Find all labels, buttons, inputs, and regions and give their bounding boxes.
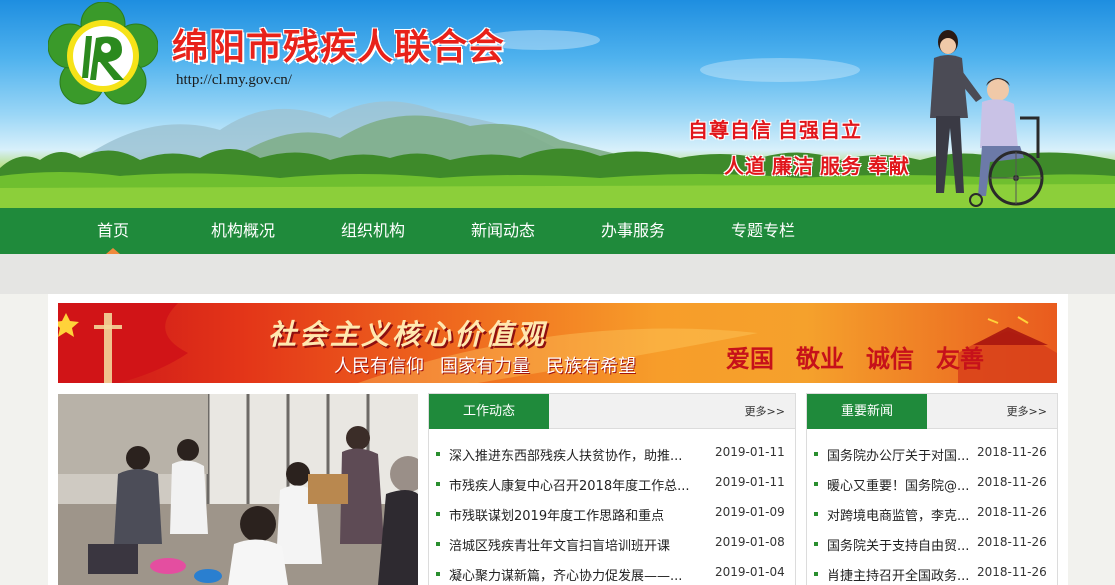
news-date: 2018-11-26: [977, 475, 1047, 489]
news-title[interactable]: 肖捷主持召开全国政务...: [827, 565, 977, 584]
list-item[interactable]: 市残联谋划2019年度工作思路和重点 2019-01-09: [429, 498, 795, 528]
news-title[interactable]: 国务院关于支持自由贸...: [827, 535, 977, 554]
news-title[interactable]: 暖心又重要！国务院@...: [827, 475, 977, 494]
important-news-header: 重要新闻 更多>>: [807, 394, 1057, 429]
nav-item-news[interactable]: 新闻动态: [458, 208, 548, 254]
news-date: 2019-01-09: [715, 505, 785, 519]
site-url: http://cl.my.gov.cn/: [176, 72, 292, 88]
site-title: 绵阳市残疾人联合会: [172, 26, 506, 67]
important-news-box: 重要新闻 更多>> 国务院办公厅关于对国... 2018-11-26 暖心又重要…: [806, 393, 1058, 585]
list-item[interactable]: 国务院办公厅关于对国... 2018-11-26: [807, 438, 1057, 468]
nav-item-services[interactable]: 办事服务: [588, 208, 678, 254]
news-title[interactable]: 对跨境电商监管，李克...: [827, 505, 977, 524]
work-news-box: 工作动态 更多>> 深入推进东西部残疾人扶贫协作，助推... 2019-01-1…: [428, 393, 796, 585]
work-news-header: 工作动态 更多>>: [429, 394, 795, 429]
nav-item-label: 办事服务: [600, 221, 665, 240]
nav-item-topics[interactable]: 专题专栏: [718, 208, 808, 254]
nav-item-home[interactable]: 首页: [68, 208, 158, 254]
news-title[interactable]: 国务院办公厅关于对国...: [827, 445, 977, 464]
federation-logo-icon: [48, 2, 158, 105]
list-item[interactable]: 对跨境电商监管，李克... 2018-11-26: [807, 498, 1057, 528]
sub-nav-bar: [0, 254, 1115, 294]
list-item[interactable]: 凝心聚力谋新篇，齐心协力促发展——... 2019-01-04: [429, 558, 795, 585]
bullet-icon: [814, 482, 818, 486]
bullet-icon: [436, 452, 440, 456]
news-date: 2019-01-11: [715, 445, 785, 459]
values-word-dedication: 敬业: [796, 344, 844, 373]
values-word-friendliness: 友善: [936, 344, 984, 373]
values-sub-3: 民族有希望: [546, 356, 636, 377]
work-news-more-link[interactable]: 更多>>: [745, 403, 785, 419]
nav-item-label: 首页: [96, 221, 129, 240]
values-word-integrity: 诚信: [866, 344, 914, 373]
news-title[interactable]: 凝心聚力谋新篇，齐心协力促发展——...: [449, 565, 711, 584]
news-date: 2018-11-26: [977, 505, 1047, 519]
site-header-banner: 绵阳市残疾人联合会 http://cl.my.gov.cn/ 自尊自信 自强自立…: [0, 0, 1115, 208]
nav-item-organization[interactable]: 组织机构: [328, 208, 418, 254]
values-sub-2: 国家有力量: [440, 356, 530, 377]
nav-item-label: 新闻动态: [470, 221, 535, 240]
news-title[interactable]: 深入推进东西部残疾人扶贫协作，助推...: [449, 445, 711, 464]
bullet-icon: [814, 452, 818, 456]
news-photo-image: [58, 394, 418, 585]
bullet-icon: [814, 542, 818, 546]
values-title: 社会主义核心价值观: [268, 318, 548, 351]
work-news-tab[interactable]: 工作动态: [429, 394, 549, 429]
main-nav: 首页 机构概况 组织机构 新闻动态 办事服务 专题专栏: [0, 208, 1115, 254]
list-item[interactable]: 涪城区残疾青壮年文盲扫盲培训班开课 2019-01-08: [429, 528, 795, 558]
bullet-icon: [814, 512, 818, 516]
bullet-icon: [436, 572, 440, 576]
nav-item-about[interactable]: 机构概况: [198, 208, 288, 254]
values-sub-1: 人民有信仰: [334, 356, 424, 377]
core-values-banner[interactable]: 社会主义核心价值观 人民有信仰 国家有力量 民族有希望 爱国 敬业 诚信 友善: [58, 303, 1057, 383]
bullet-icon: [436, 512, 440, 516]
list-item[interactable]: 肖捷主持召开全国政务... 2018-11-26: [807, 558, 1057, 585]
bullet-icon: [814, 572, 818, 576]
list-item[interactable]: 国务院关于支持自由贸... 2018-11-26: [807, 528, 1057, 558]
news-date: 2019-01-04: [715, 565, 785, 579]
news-photo[interactable]: [58, 394, 418, 585]
list-item[interactable]: 暖心又重要！国务院@... 2018-11-26: [807, 468, 1057, 498]
news-date: 2018-11-26: [977, 565, 1047, 579]
news-title[interactable]: 市残疾人康复中心召开2018年度工作总...: [449, 475, 711, 494]
news-date: 2018-11-26: [977, 535, 1047, 549]
nav-item-label: 机构概况: [210, 221, 275, 240]
news-title[interactable]: 市残联谋划2019年度工作思路和重点: [449, 505, 711, 524]
list-item[interactable]: 市残疾人康复中心召开2018年度工作总... 2019-01-11: [429, 468, 795, 498]
news-date: 2018-11-26: [977, 445, 1047, 459]
important-news-more-link[interactable]: 更多>>: [1007, 403, 1047, 419]
bullet-icon: [436, 482, 440, 486]
slogan-line-1: 自尊自信 自强自立: [688, 120, 862, 142]
list-item[interactable]: 深入推进东西部残疾人扶贫协作，助推... 2019-01-11: [429, 438, 795, 468]
news-title[interactable]: 涪城区残疾青壮年文盲扫盲培训班开课: [449, 535, 711, 554]
bullet-icon: [436, 542, 440, 546]
slogan-line-2: 人道 廉洁 服务 奉献: [724, 156, 910, 178]
nav-item-label: 组织机构: [340, 221, 405, 240]
important-news-tab[interactable]: 重要新闻: [807, 394, 927, 429]
values-word-patriotism: 爱国: [726, 344, 774, 373]
news-date: 2019-01-08: [715, 535, 785, 549]
wheelchair-caregiver-illustration: [930, 30, 1044, 207]
news-date: 2019-01-11: [715, 475, 785, 489]
nav-item-label: 专题专栏: [730, 221, 795, 240]
